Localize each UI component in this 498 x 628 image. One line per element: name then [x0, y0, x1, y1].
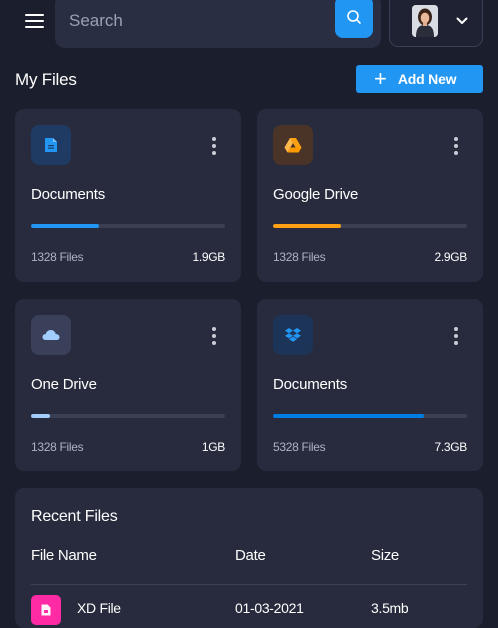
more-options-icon[interactable] — [211, 137, 217, 155]
file-size: 3.5mb — [371, 600, 409, 616]
card-title: Google Drive — [273, 186, 359, 203]
more-options-icon[interactable] — [453, 137, 459, 155]
storage-card-documents[interactable]: Documents 1328 Files 1.9GB — [15, 109, 241, 282]
section-title-my-files: My Files — [15, 70, 77, 89]
profile-menu[interactable] — [389, 0, 483, 47]
avatar — [412, 4, 438, 37]
recent-files-panel: Recent Files File Name Date Size XD File… — [15, 488, 483, 628]
storage-progress-bar — [31, 414, 225, 418]
search-button[interactable] — [335, 0, 373, 38]
column-header-file-name[interactable]: File Name — [31, 547, 97, 564]
xd-file-icon — [31, 595, 61, 625]
card-title: One Drive — [31, 376, 97, 393]
storage-card-dropbox[interactable]: Documents 5328 Files 7.3GB — [257, 299, 483, 471]
cloud-icon — [31, 315, 71, 355]
card-title: Documents — [273, 376, 348, 393]
file-count: 5328 Files — [273, 440, 326, 454]
file-count: 1328 Files — [273, 250, 326, 264]
plus-icon: + — [374, 66, 387, 91]
storage-progress-bar — [273, 224, 467, 228]
storage-size: 7.3GB — [434, 440, 467, 454]
storage-size: 1GB — [201, 440, 225, 454]
storage-progress-bar — [31, 224, 225, 228]
menu-icon[interactable] — [25, 13, 45, 29]
file-count: 1328 Files — [31, 250, 84, 264]
column-header-date[interactable]: Date — [235, 547, 266, 564]
storage-size: 1.9GB — [192, 250, 225, 264]
storage-progress-bar — [273, 414, 467, 418]
table-divider — [31, 584, 467, 585]
file-name: XD File — [77, 600, 121, 616]
document-icon — [31, 125, 71, 165]
dropbox-icon — [273, 315, 313, 355]
add-new-label: Add New — [397, 71, 457, 87]
google-drive-icon — [273, 125, 313, 165]
card-title: Documents — [31, 186, 106, 203]
file-date: 01-03-2021 — [235, 600, 304, 616]
search-icon — [347, 10, 361, 24]
section-title-recent-files: Recent Files — [31, 508, 118, 525]
more-options-icon[interactable] — [453, 327, 459, 345]
storage-card-one-drive[interactable]: One Drive 1328 Files 1GB — [15, 299, 241, 471]
storage-card-google-drive[interactable]: Google Drive 1328 Files 2.9GB — [257, 109, 483, 282]
storage-size: 2.9GB — [434, 250, 467, 264]
chevron-down-icon — [456, 17, 468, 24]
add-new-button[interactable]: + Add New — [356, 65, 483, 93]
more-options-icon[interactable] — [211, 327, 217, 345]
column-header-size[interactable]: Size — [371, 547, 399, 564]
file-count: 1328 Files — [31, 440, 84, 454]
search-input[interactable] — [67, 8, 327, 34]
search-bar — [55, 0, 381, 48]
